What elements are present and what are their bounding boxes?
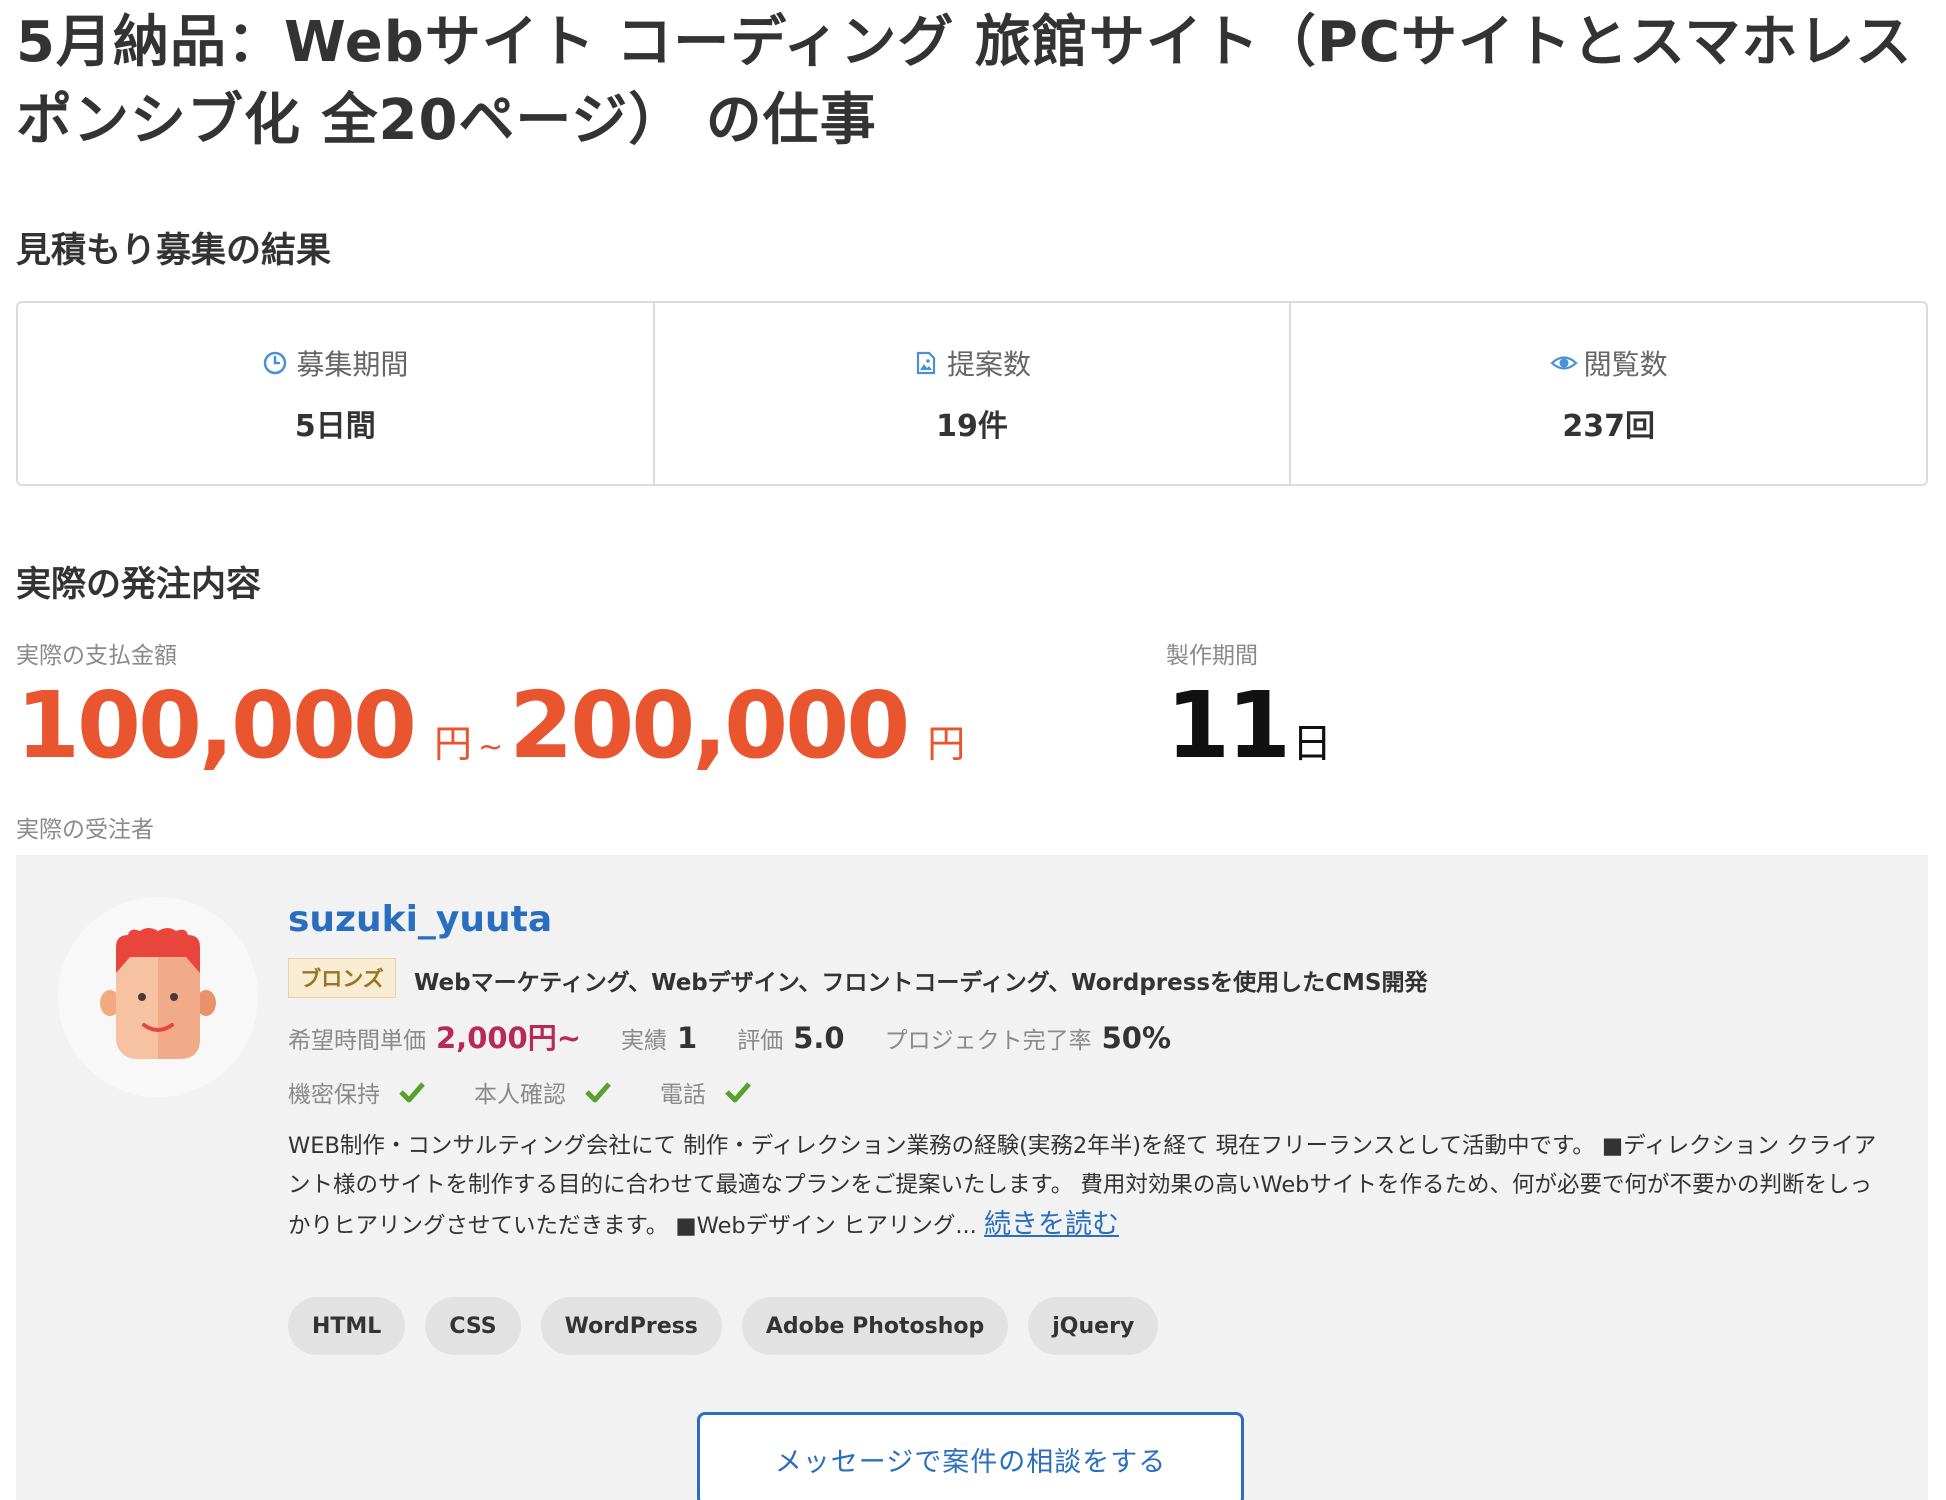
record-label: 実績 <box>621 1028 668 1054</box>
read-more-link[interactable]: 続きを読む <box>984 1209 1119 1240</box>
verification-label: 機密保持 <box>288 1082 380 1108</box>
page: 5月納品：Webサイト コーディング 旅館サイト（PCサイトとスマホレスポンシブ… <box>0 0 1946 1500</box>
verification-phone: 電話 <box>660 1075 752 1109</box>
period-value: 11 <box>1166 672 1291 779</box>
record-value: 1 <box>677 1021 698 1055</box>
completion-value: 50% <box>1101 1021 1172 1055</box>
stat-label: 提案数 <box>947 347 1032 381</box>
verification-nda: 機密保持 <box>288 1075 426 1109</box>
consult-message-button[interactable]: メッセージで案件の相談をする <box>697 1412 1244 1500</box>
skills-summary: Webマーケティング、Webデザイン、フロントコーディング、Wordpressを… <box>414 970 1428 996</box>
contractor-username-link[interactable]: suzuki_yuuta <box>288 899 552 940</box>
stat-value: 19件 <box>936 408 1008 444</box>
results-heading: 見積もり募集の結果 <box>16 231 332 271</box>
stat-views: 閲覧数 237回 <box>1289 303 1926 484</box>
check-icon <box>724 1081 752 1103</box>
proposal-doc-icon <box>913 350 939 376</box>
verifications: 機密保持 本人確認 電話 <box>288 1075 800 1109</box>
eye-icon <box>1550 350 1578 376</box>
contractor-metrics: 希望時間単価 2,000円~ 実績 1 評価 5.0 プロジェクト完了率 50% <box>288 1015 1211 1057</box>
contractor-label: 実際の受注者 <box>16 817 154 843</box>
rate-label: 希望時間単価 <box>288 1028 426 1054</box>
contractor-card: suzuki_yuuta ブロンズ Webマーケティング、Webデザイン、フロン… <box>16 855 1928 1500</box>
stat-value: 237回 <box>1562 408 1655 444</box>
currency-unit: 円 <box>927 722 966 766</box>
period-unit: 日 <box>1292 721 1333 767</box>
production-period-label: 製作期間 <box>1166 643 1258 669</box>
stat-recruit-period: 募集期間 5日間 <box>18 303 653 484</box>
payment-max: 200,000 <box>509 672 910 779</box>
payment-min: 100,000 <box>16 672 417 779</box>
completion-label: プロジェクト完了率 <box>884 1028 1092 1054</box>
production-period: 11 日 <box>1166 672 1332 779</box>
rate-value: 2,000円~ <box>436 1021 582 1055</box>
rating-value: 5.0 <box>793 1021 845 1055</box>
check-icon <box>584 1081 612 1103</box>
skill-tag[interactable]: Adobe Photoshop <box>741 1297 1009 1355</box>
stat-proposals: 提案数 19件 <box>652 303 1290 484</box>
verification-identity: 本人確認 <box>474 1075 612 1109</box>
verification-label: 電話 <box>660 1082 706 1108</box>
skill-tag[interactable]: HTML <box>288 1297 406 1355</box>
check-icon <box>398 1081 426 1103</box>
skill-tags: HTML CSS WordPress Adobe Photoshop jQuer… <box>288 1297 1159 1355</box>
avatar[interactable] <box>58 897 258 1097</box>
rating-label: 評価 <box>737 1028 784 1054</box>
stat-label: 閲覧数 <box>1583 347 1668 381</box>
order-heading: 実際の発注内容 <box>16 565 262 605</box>
range-separator: ~ <box>478 730 504 765</box>
skill-tag[interactable]: CSS <box>425 1297 521 1355</box>
payment-amount: 100,000 円 ~200,000 円 <box>16 672 966 779</box>
skill-tag[interactable]: WordPress <box>540 1297 722 1355</box>
clock-icon <box>262 350 288 376</box>
rank-badge: ブロンズ <box>288 958 396 998</box>
skill-tag[interactable]: jQuery <box>1028 1297 1159 1355</box>
results-stats: 募集期間 5日間 提案数 19件 閲覧数 237回 <box>16 301 1928 486</box>
verification-label: 本人確認 <box>474 1082 566 1108</box>
stat-value: 5日間 <box>294 408 376 444</box>
page-title: 5月納品：Webサイト コーディング 旅館サイト（PCサイトとスマホレスポンシブ… <box>16 10 1913 153</box>
currency-unit: 円 <box>434 722 473 766</box>
stat-label: 募集期間 <box>296 347 409 381</box>
payment-label: 実際の支払金額 <box>16 643 177 669</box>
contractor-bio: WEB制作・コンサルティング会社にて 制作・ディレクション業務の経験(実務2年半… <box>288 1127 1878 1246</box>
